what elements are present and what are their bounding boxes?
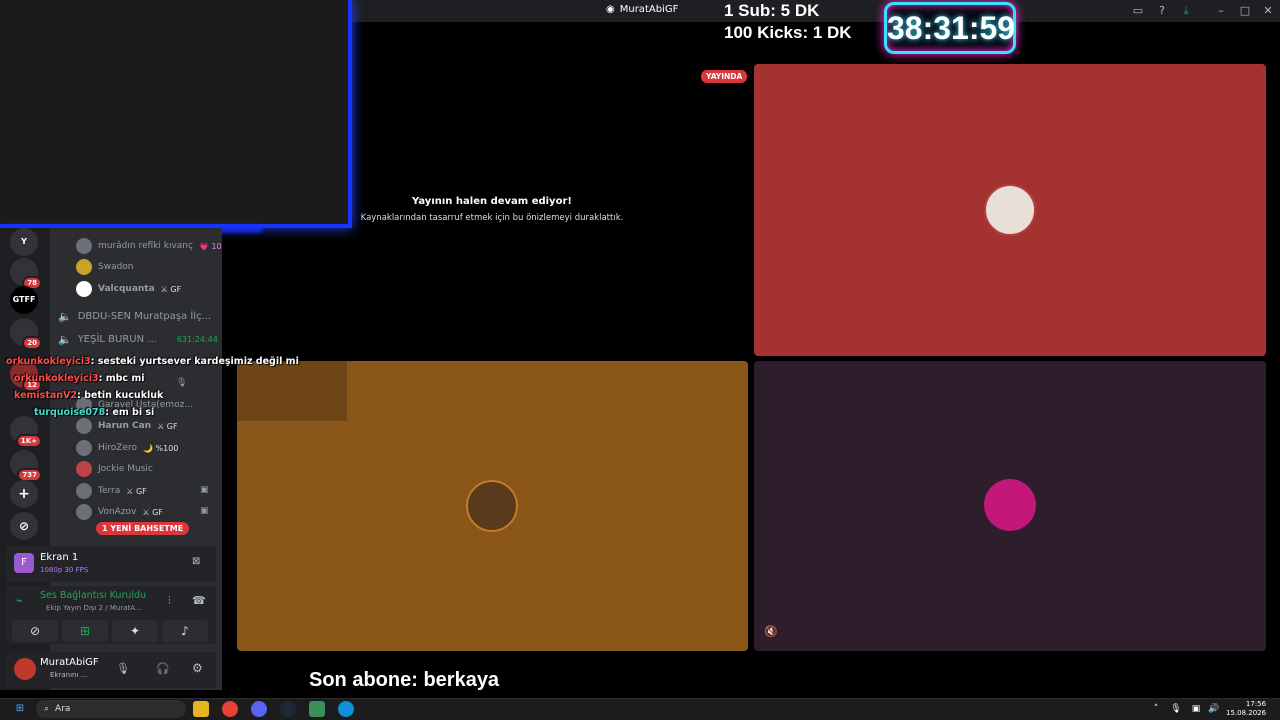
member-row[interactable]: Harun Can ⚔ GF xyxy=(76,416,178,436)
stream-timer: 38:31:59 xyxy=(884,2,1016,54)
camera-button[interactable]: ⊘ xyxy=(12,620,58,642)
speaker-icon: 🔈 xyxy=(58,310,72,323)
chat-message: orkunkokleyici3: mbc mi xyxy=(14,373,145,384)
disconnect-icon[interactable]: ☎ xyxy=(192,594,206,607)
window-title: ◉ MuratAbiGF xyxy=(606,4,679,15)
headphones-icon[interactable]: 🎧 xyxy=(156,662,170,675)
server-icon[interactable]: Y xyxy=(10,228,38,256)
discover-icon[interactable]: ⊘ xyxy=(10,512,38,540)
edge-icon[interactable] xyxy=(338,701,354,717)
server-icon[interactable]: 78 xyxy=(10,258,42,290)
close-button[interactable]: ✕ xyxy=(1261,4,1275,18)
member-row[interactable]: Terra ⚔ GF xyxy=(76,481,147,501)
stream-panel: F Ekran 1 1080p 30 FPS ⊠ xyxy=(6,546,216,582)
noise-suppression-icon[interactable]: ⫶ xyxy=(168,594,171,608)
user-status: Ekranını ... xyxy=(50,671,88,679)
participant-avatar xyxy=(984,184,1036,236)
member-row[interactable]: Swadon xyxy=(76,257,134,277)
server-icon[interactable]: 20 xyxy=(10,318,42,350)
volume-icon[interactable]: 🔊 xyxy=(1206,701,1222,717)
server-icon[interactable]: 1K+ xyxy=(10,416,42,448)
channel-timer: 631:24:44 xyxy=(176,335,218,344)
unread-badge: 1K+ xyxy=(15,434,42,448)
voice-channel[interactable]: 🔈 DBDU-SEN Muratpaşa İlç... xyxy=(58,310,211,323)
overlay-panel xyxy=(237,361,347,421)
minimize-button[interactable]: – xyxy=(1214,4,1228,18)
mute-icon: 🎙 xyxy=(176,378,188,388)
connection-icon: ⌁ xyxy=(16,594,23,607)
voice-channel[interactable]: 🔈 YEŞİL BURUN ... 631:24:44 xyxy=(58,333,218,346)
avatar xyxy=(76,281,92,297)
system-clock[interactable]: 17:56 15.08.2026 xyxy=(1226,700,1266,718)
activities-button[interactable]: ✦ xyxy=(112,620,158,642)
server-icon[interactable]: 737 xyxy=(10,450,42,482)
chat-message: kemistanV2: betin kucukluk xyxy=(14,390,164,401)
user-panel: MuratAbiGF Ekranını ... 🎙 🎧 ⚙ xyxy=(6,652,216,688)
avatar xyxy=(76,238,92,254)
member-row[interactable]: HiroZero 🌙 %100 xyxy=(76,438,178,458)
screen-share-button[interactable]: ⊞ xyxy=(62,620,108,642)
add-server-icon[interactable]: + xyxy=(10,480,38,508)
avatar xyxy=(76,461,92,477)
avatar xyxy=(76,483,92,499)
avatar xyxy=(76,259,92,275)
stream-app-icon: F xyxy=(14,553,34,573)
last-subscriber: Son abone: berkaya xyxy=(309,669,500,691)
unread-badge: 20 xyxy=(22,336,42,350)
help-icon[interactable]: ? xyxy=(1155,4,1169,18)
avatar xyxy=(76,504,92,520)
sub-line: 1 Sub: 5 DK xyxy=(724,1,820,20)
windows-start-icon[interactable]: ⊞ xyxy=(12,701,28,717)
taskbar-search[interactable]: ⌕ Ara xyxy=(36,700,186,718)
chrome-icon[interactable] xyxy=(222,701,238,717)
member-row[interactable]: murâdın refîki kıvanç 💗 10 xyxy=(76,236,222,256)
webcam-frame xyxy=(0,0,352,228)
voice-status[interactable]: Ses Bağlantısı Kuruldu xyxy=(40,590,146,601)
speaker-icon: 🔈 xyxy=(58,333,72,346)
subscription-info: 1 Sub: 5 DK 100 Kicks: 1 DK xyxy=(724,0,852,44)
microphone-icon[interactable]: 🎙 xyxy=(116,662,130,675)
participant-tile-2[interactable] xyxy=(237,361,748,651)
inbox-icon[interactable]: ▭ xyxy=(1131,4,1145,18)
stream-title: Ekran 1 xyxy=(40,552,79,563)
muted-icon: 🔇 xyxy=(764,625,778,638)
settings-gear-icon[interactable]: ⚙ xyxy=(192,661,203,675)
participant-avatar xyxy=(466,480,518,532)
activity-icon: ▣ xyxy=(200,506,209,516)
steam-icon[interactable] xyxy=(280,701,296,717)
tray-mic-icon[interactable]: 🎙 xyxy=(1168,701,1184,717)
maximize-button[interactable]: □ xyxy=(1238,4,1252,18)
kick-line: 100 Kicks: 1 DK xyxy=(724,23,852,42)
avatar[interactable] xyxy=(14,658,36,680)
activity-icon: ▣ xyxy=(200,485,209,495)
member-row[interactable]: VonAzov ⚔ GF xyxy=(76,502,163,522)
avatar xyxy=(76,440,92,456)
chat-message: orkunkokleyici3: sesteki yurtsever karde… xyxy=(6,356,299,367)
stop-stream-icon[interactable]: ⊠ xyxy=(192,556,200,567)
discord-icon: ◉ xyxy=(606,4,615,15)
new-mention-button[interactable]: 1 YENİ BAHSETME xyxy=(96,522,190,535)
network-icon[interactable]: ▣ xyxy=(1188,701,1204,717)
participant-tile-1[interactable] xyxy=(754,64,1266,356)
app-icon[interactable] xyxy=(309,701,325,717)
live-badge: YAYINDA xyxy=(701,70,748,83)
chat-message: turquoise078: em bi si xyxy=(34,407,155,418)
download-icon[interactable]: ⤓ xyxy=(1179,4,1193,18)
avatar xyxy=(76,418,92,434)
soundboard-button[interactable]: ♪ xyxy=(162,620,208,642)
tray-chevron-icon[interactable]: ˄ xyxy=(1148,701,1164,717)
participant-avatar xyxy=(984,479,1036,531)
voice-channel-path: Ekip Yayın Dışı 2 / MuratA... xyxy=(46,604,142,612)
stream-quality: 1080p 30 FPS xyxy=(40,566,89,574)
search-icon: ⌕ xyxy=(44,704,50,714)
server-icon[interactable]: GTFF xyxy=(10,286,38,314)
taskbar xyxy=(0,698,1280,720)
username: MuratAbiGF xyxy=(40,657,99,668)
participant-tile-3[interactable]: 🔇 xyxy=(754,361,1266,651)
discord-taskbar-icon[interactable] xyxy=(251,701,267,717)
member-row[interactable]: Jockie Music xyxy=(76,459,153,479)
member-row[interactable]: Valcquanta ⚔ GF xyxy=(76,279,181,299)
file-explorer-icon[interactable] xyxy=(193,701,209,717)
